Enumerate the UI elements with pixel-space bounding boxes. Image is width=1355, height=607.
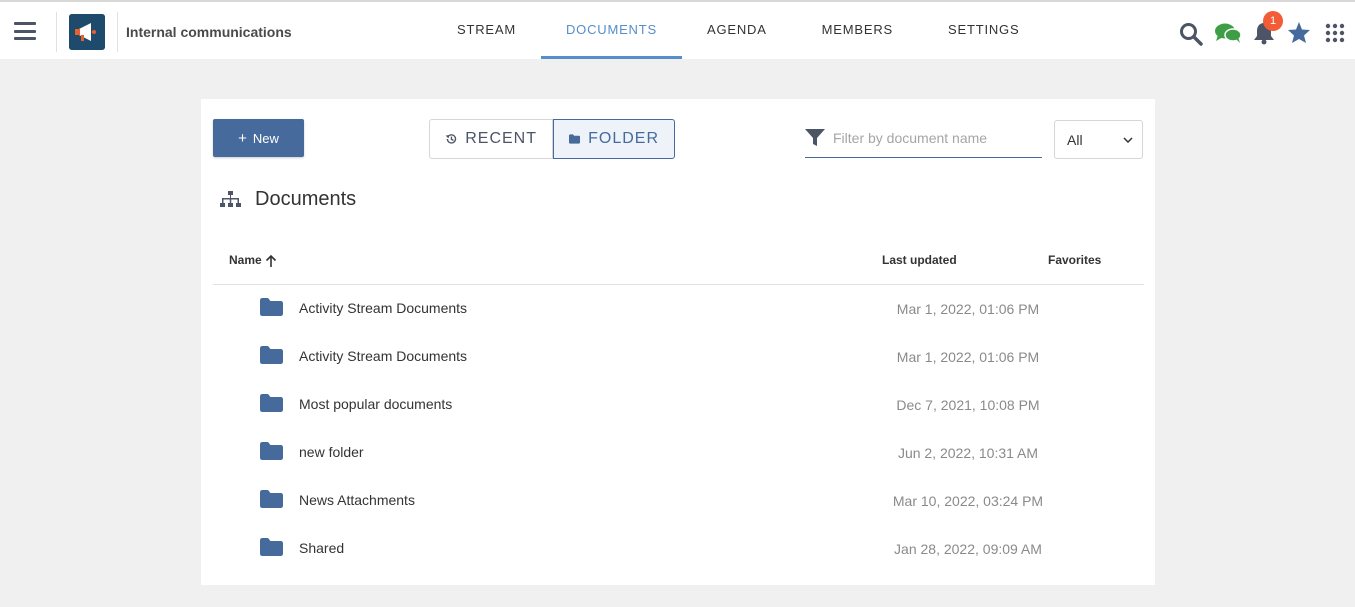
menu-icon[interactable] bbox=[14, 22, 36, 40]
row-date: Mar 1, 2022, 01:06 PM bbox=[896, 349, 1040, 365]
filter-field bbox=[805, 119, 1042, 158]
folder-view-button[interactable]: FOLDER bbox=[553, 119, 675, 159]
space-name[interactable]: Internal communications bbox=[126, 24, 292, 40]
star-icon[interactable] bbox=[1287, 21, 1311, 49]
apps-grid-icon[interactable] bbox=[1325, 23, 1345, 48]
column-last-updated[interactable]: Last updated bbox=[882, 253, 957, 267]
table-row[interactable]: News Attachments Mar 10, 2022, 03:24 PM bbox=[213, 478, 1144, 526]
row-date: Dec 7, 2021, 10:08 PM bbox=[896, 397, 1040, 413]
folder-icon bbox=[260, 442, 283, 460]
notification-badge: 1 bbox=[1263, 11, 1283, 31]
table-row[interactable]: Most popular documents Dec 7, 2021, 10:0… bbox=[213, 382, 1144, 430]
documents-list: Activity Stream Documents Mar 1, 2022, 0… bbox=[213, 286, 1144, 574]
filter-input[interactable] bbox=[833, 130, 1033, 146]
new-button[interactable]: + New bbox=[213, 119, 304, 157]
divider bbox=[56, 12, 57, 52]
recent-label: RECENT bbox=[465, 130, 537, 147]
row-date: Mar 10, 2022, 03:24 PM bbox=[892, 493, 1044, 509]
row-date: Mar 1, 2022, 01:06 PM bbox=[896, 301, 1040, 317]
folder-icon bbox=[260, 538, 283, 556]
filter-icon bbox=[805, 129, 825, 146]
folder-icon bbox=[260, 490, 283, 508]
folder-icon bbox=[569, 134, 581, 144]
column-name[interactable]: Name bbox=[229, 253, 277, 267]
space-avatar[interactable] bbox=[69, 14, 105, 50]
folder-label: FOLDER bbox=[588, 130, 659, 147]
row-name[interactable]: News Attachments bbox=[299, 492, 415, 508]
space-tabs: STREAM DOCUMENTS AGENDA MEMBERS SETTINGS bbox=[432, 2, 1044, 61]
documents-panel: + New RECENT FOLDER All Documents Name bbox=[201, 99, 1155, 585]
row-name[interactable]: Activity Stream Documents bbox=[299, 300, 467, 316]
search-icon[interactable] bbox=[1179, 22, 1203, 51]
history-icon bbox=[445, 134, 457, 144]
tab-stream[interactable]: STREAM bbox=[432, 2, 541, 59]
tab-agenda[interactable]: AGENDA bbox=[682, 2, 792, 59]
column-favorites: Favorites bbox=[1048, 253, 1102, 267]
arrow-up-icon bbox=[265, 254, 276, 267]
table-row[interactable]: new folder Jun 2, 2022, 10:31 AM bbox=[213, 430, 1144, 478]
row-name[interactable]: new folder bbox=[299, 444, 364, 460]
row-name[interactable]: Shared bbox=[299, 540, 344, 556]
folder-icon bbox=[260, 298, 283, 316]
column-name-label: Name bbox=[229, 253, 262, 267]
filter-select[interactable]: All bbox=[1054, 120, 1143, 159]
tab-documents[interactable]: DOCUMENTS bbox=[540, 2, 682, 59]
plus-icon: + bbox=[238, 129, 247, 147]
sitemap-icon bbox=[220, 190, 241, 207]
tab-members[interactable]: MEMBERS bbox=[792, 2, 923, 59]
table-row[interactable]: Activity Stream Documents Mar 1, 2022, 0… bbox=[213, 286, 1144, 334]
folder-icon bbox=[260, 346, 283, 364]
view-toggle: RECENT FOLDER bbox=[429, 119, 675, 159]
recent-view-button[interactable]: RECENT bbox=[429, 119, 553, 159]
chevron-down-icon bbox=[1123, 136, 1133, 143]
table-header: Name Last updated Favorites bbox=[213, 249, 1144, 285]
row-date: Jan 28, 2022, 09:09 AM bbox=[894, 541, 1042, 557]
folder-icon bbox=[260, 394, 283, 412]
top-bar: Internal communications STREAM DOCUMENTS… bbox=[0, 0, 1355, 59]
page-title-text: Documents bbox=[255, 188, 357, 210]
row-date: Jun 2, 2022, 10:31 AM bbox=[897, 445, 1039, 461]
tab-settings[interactable]: SETTINGS bbox=[923, 2, 1044, 59]
select-value: All bbox=[1067, 131, 1083, 148]
page-title: Documents bbox=[220, 188, 356, 211]
row-name[interactable]: Most popular documents bbox=[299, 396, 452, 412]
table-row[interactable]: Shared Jan 28, 2022, 09:09 AM bbox=[213, 526, 1144, 574]
table-row[interactable]: Activity Stream Documents Mar 1, 2022, 0… bbox=[213, 334, 1144, 382]
chat-icon[interactable] bbox=[1214, 21, 1242, 50]
divider bbox=[117, 12, 118, 52]
new-button-label: New bbox=[252, 130, 279, 146]
row-name[interactable]: Activity Stream Documents bbox=[299, 348, 467, 364]
